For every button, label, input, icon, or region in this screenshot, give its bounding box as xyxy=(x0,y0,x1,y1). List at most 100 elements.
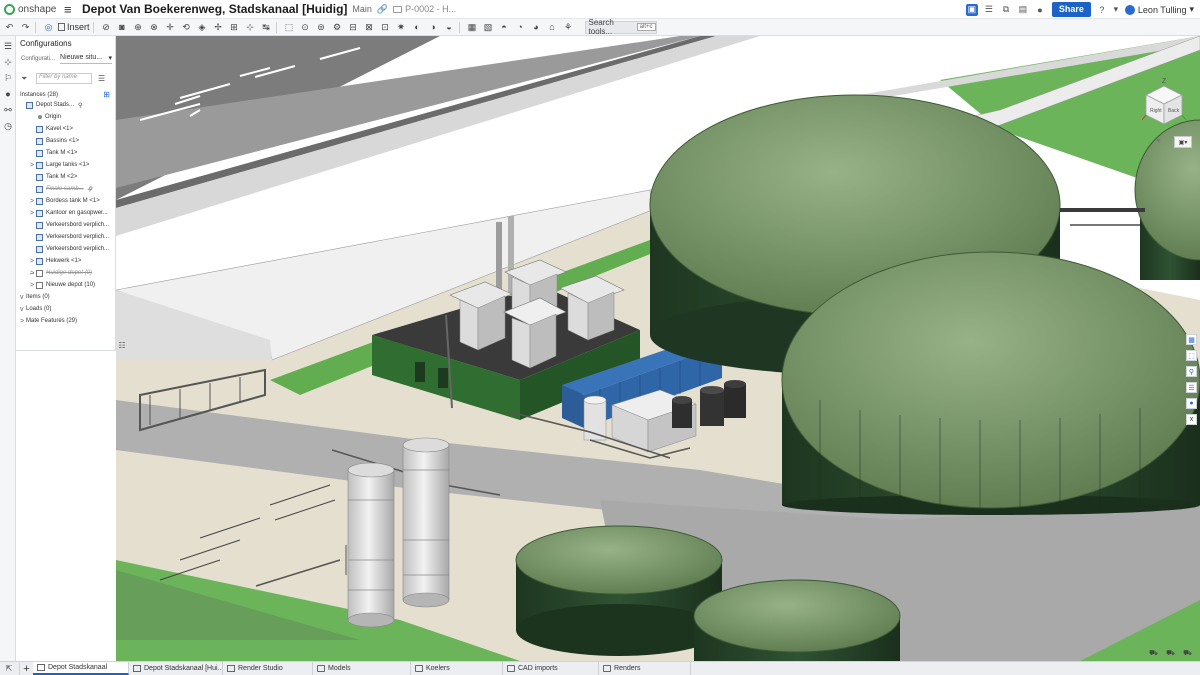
document-title[interactable]: Depot Van Boekerenweg, Stadskanaal [Huid… xyxy=(82,2,347,16)
branch-label[interactable]: Main xyxy=(352,4,372,14)
tree-item[interactable]: v Loads (0) xyxy=(16,303,115,315)
tree-item[interactable]: Verkeersbord verplich... xyxy=(16,219,115,231)
cylindrical-mate-icon[interactable]: ⟲ xyxy=(180,21,193,34)
tab-folder[interactable]: Models xyxy=(313,662,411,675)
tab-manager-icon[interactable]: ⇱ xyxy=(3,663,15,675)
notes-icon[interactable]: ☰ xyxy=(983,4,995,16)
user-menu[interactable]: Leon Tulling ▾ xyxy=(1124,4,1194,15)
menu-icon[interactable]: ≡ xyxy=(64,2,78,17)
add-tab-button[interactable]: + xyxy=(19,662,33,675)
pattern-icon[interactable]: ◙ xyxy=(116,21,129,34)
gear-relation-icon[interactable]: ⚙ xyxy=(331,21,344,34)
part-number[interactable]: P-0002 - H... xyxy=(393,4,456,14)
filter-icon[interactable]: ⏷ xyxy=(21,74,31,84)
share-button[interactable]: Share xyxy=(1051,2,1091,17)
view-cube[interactable]: Z Right Back xyxy=(1142,78,1186,128)
tree-item[interactable]: Kavel <1> xyxy=(16,123,115,135)
tree-item[interactable]: Depot Stads... ⚲ xyxy=(16,99,115,111)
insert-button[interactable]: Insert xyxy=(58,22,90,32)
car-view-icon[interactable]: ⛟ xyxy=(1147,649,1160,658)
graphics-area[interactable]: Z Right Back ▼ ▣▾ ▦ ⬚ ⚲ ☰ ● x ⛟ ⛟ ⛟ xyxy=(16,36,1200,661)
configuration-select[interactable]: Nieuwe situ... ▾ xyxy=(60,54,113,64)
rack-pinion-icon[interactable]: ⊟ xyxy=(347,21,360,34)
mate-connector-icon[interactable]: ⊙ xyxy=(299,21,312,34)
named-views-icon[interactable]: ▦ xyxy=(466,21,479,34)
variables-panel-icon[interactable]: x xyxy=(1186,414,1197,425)
instance-list-icon[interactable]: ⊹ xyxy=(3,57,13,67)
tab-assembly[interactable]: Depot Stadskanaal xyxy=(33,662,129,675)
screw-relation-icon[interactable]: ⊠ xyxy=(363,21,376,34)
flatten-icon[interactable]: ⌂ xyxy=(546,21,559,34)
tree-item[interactable]: > Bordess tank M <1> xyxy=(16,195,115,207)
tree-item[interactable]: v Items (0) xyxy=(16,291,115,303)
replicate-icon[interactable]: ⊘ xyxy=(100,21,113,34)
section-view-icon[interactable]: ◐ xyxy=(411,21,424,34)
width-mate-icon[interactable]: ↹ xyxy=(260,21,273,34)
view-cube-back-face[interactable]: Back xyxy=(1168,108,1179,114)
bom-panel-icon[interactable]: ☰ xyxy=(1186,382,1197,393)
tab-folder[interactable]: CAD imports xyxy=(503,662,599,675)
app-store-icon[interactable]: ▣ xyxy=(965,3,978,16)
measure-icon[interactable]: ◑ xyxy=(427,21,440,34)
tree-item[interactable]: Origin xyxy=(16,111,115,123)
tree-item[interactable]: Bassins <1> xyxy=(16,135,115,147)
redo-icon[interactable]: ↷ xyxy=(19,21,32,34)
view-cube-right-face[interactable]: Right xyxy=(1150,108,1162,114)
linear-relation-icon[interactable]: ⊡ xyxy=(379,21,392,34)
history-icon[interactable]: ◷ xyxy=(3,121,13,131)
bom-icon[interactable]: ▧ xyxy=(482,21,495,34)
tree-item[interactable]: Tank M <1> xyxy=(16,147,115,159)
tab-folder[interactable]: Renders xyxy=(599,662,691,675)
tree-item[interactable]: > Kantoor en gasopwer... xyxy=(16,207,115,219)
versions-icon[interactable]: ⧉ xyxy=(1000,4,1012,16)
tree-item[interactable]: Tank M <2> xyxy=(16,171,115,183)
mates-icon[interactable]: ⚐ xyxy=(3,73,13,83)
render-panel-icon[interactable]: ● xyxy=(1186,398,1197,409)
print-icon[interactable]: ▤ xyxy=(1017,4,1029,16)
group-icon[interactable]: ⬚ xyxy=(283,21,296,34)
explode-icon[interactable]: ✷ xyxy=(395,21,408,34)
pin-icon[interactable]: ⚲ xyxy=(78,102,82,109)
relation-icon[interactable]: ⊜ xyxy=(315,21,328,34)
render-mode-icon[interactable]: ▣▾ xyxy=(1174,136,1192,148)
feature-list-icon[interactable]: ☰ xyxy=(3,41,13,51)
add-folder-icon[interactable]: ⊞ xyxy=(103,90,110,99)
tree-item[interactable]: Verkeersbord verplich... xyxy=(16,243,115,255)
custom-feature-icon[interactable]: ⚘ xyxy=(562,21,575,34)
tree-item[interactable]: Verkeersbord verplich... xyxy=(16,231,115,243)
tab-render[interactable]: Render Studio xyxy=(223,662,313,675)
tab-folder[interactable]: Koelers xyxy=(411,662,503,675)
tree-item[interactable]: > Large tanks <1> xyxy=(16,159,115,171)
simulation-icon[interactable]: ◓ xyxy=(498,21,511,34)
display-states-icon[interactable]: ◔ xyxy=(514,21,527,34)
chevron-down-icon[interactable]: ▾ xyxy=(1113,4,1119,16)
fastened-mate-icon[interactable]: ⊕ xyxy=(132,21,145,34)
3d-scene[interactable] xyxy=(16,36,1200,661)
undo-icon[interactable]: ↶ xyxy=(3,21,16,34)
tree-item[interactable]: Finale samb... ⚲ xyxy=(16,183,115,195)
link-icon[interactable]: 🔗 xyxy=(377,4,388,15)
tree-item[interactable]: > Mate Features (29) xyxy=(16,315,115,327)
cube-panel-icon[interactable]: ⬚ xyxy=(1186,350,1197,361)
pin-icon[interactable]: ⚲ xyxy=(88,186,92,193)
tree-item[interactable]: > Nieuwe depot (10) xyxy=(16,279,115,291)
tab-drawing[interactable]: Depot Stadskanaal [Hui... xyxy=(129,662,223,675)
slider-mate-icon[interactable]: ✛ xyxy=(164,21,177,34)
mates-panel-icon[interactable]: ⚲ xyxy=(1186,366,1197,377)
search-tools-input[interactable]: Search tools... alt+c xyxy=(584,18,657,36)
onshape-logo[interactable]: onshape xyxy=(4,3,60,15)
revolute-mate-icon[interactable]: ⊗ xyxy=(148,21,161,34)
tangent-mate-icon[interactable]: ⊹ xyxy=(244,21,257,34)
ball-mate-icon[interactable]: ✢ xyxy=(212,21,225,34)
car-view-icon[interactable]: ⛟ xyxy=(1181,649,1194,658)
tree-item[interactable]: > Huidige depot (0) xyxy=(16,267,115,279)
sketch-icon[interactable]: ◎ xyxy=(42,21,55,34)
parallel-mate-icon[interactable]: ⊞ xyxy=(228,21,241,34)
comments-icon[interactable]: ● xyxy=(3,89,13,99)
link-icon[interactable]: ⚯ xyxy=(3,105,13,115)
mass-properties-icon[interactable]: ◒ xyxy=(443,21,456,34)
car-view-icon[interactable]: ⛟ xyxy=(1164,649,1177,658)
filter-input[interactable]: Filter by name xyxy=(36,73,92,84)
planar-mate-icon[interactable]: ◈ xyxy=(196,21,209,34)
list-view-icon[interactable]: ☰ xyxy=(98,74,105,83)
